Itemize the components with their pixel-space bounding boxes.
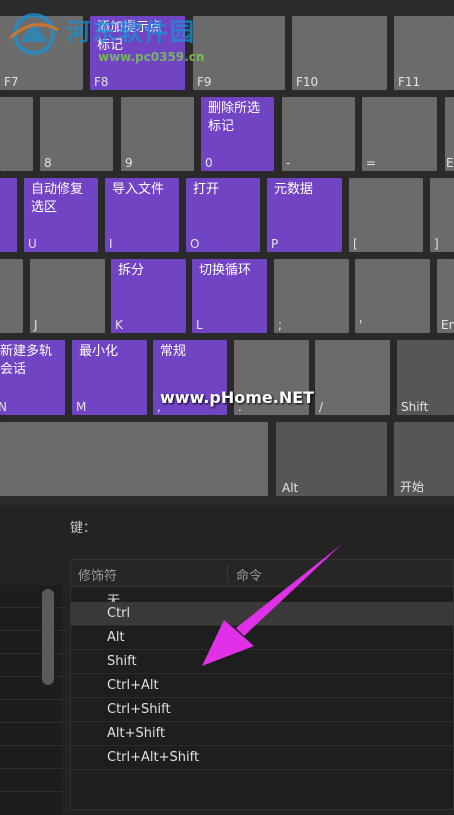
key-command: 最小化: [79, 344, 119, 359]
key-label: M: [76, 400, 87, 414]
modifier-table: 修饰符 命令 无 Ctrl Alt Shift Ctrl+Alt Ctrl+Sh…: [70, 559, 454, 810]
key-o[interactable]: 打开 O: [186, 178, 260, 252]
key-m[interactable]: 最小化 M: [72, 340, 147, 415]
list-item[interactable]: [0, 746, 62, 769]
table-row[interactable]: Alt: [71, 626, 453, 650]
key-backspace[interactable]: E: [445, 97, 454, 171]
key-period[interactable]: .: [234, 340, 309, 415]
key-label: 8: [44, 156, 52, 170]
table-row-selected[interactable]: Ctrl: [71, 602, 453, 626]
key-label: O: [190, 237, 200, 251]
key-label: 9: [125, 156, 133, 170]
key-slash[interactable]: /: [315, 340, 390, 415]
key-k[interactable]: 拆分 K: [111, 259, 186, 333]
key-label: ,: [157, 400, 161, 414]
key-label: E: [446, 156, 454, 170]
key-label: F10: [296, 75, 319, 89]
key-shift[interactable]: Shift: [397, 340, 454, 415]
key-label: N: [0, 400, 7, 414]
key-command: 新建多轨 会话: [0, 344, 53, 377]
key-comma[interactable]: 常规,: [153, 340, 227, 415]
key-label: U: [28, 237, 37, 251]
shortcut-panel: 键： 修饰符 命令 无 Ctrl Alt Shift Ctrl+Alt Ctrl…: [0, 505, 454, 815]
key-alt[interactable]: Alt: [276, 422, 387, 496]
scrollbar-thumb[interactable]: [42, 589, 54, 685]
key-f8[interactable]: 添加提示点 标记 F8: [90, 16, 185, 90]
key-label: F7: [4, 75, 19, 89]
key-label: K: [115, 318, 123, 332]
key-label: 开始: [400, 480, 425, 494]
key-label: L: [196, 318, 203, 332]
key-heading: 键：: [70, 521, 97, 536]
key-8[interactable]: 8: [40, 97, 113, 171]
key-command: 常规: [160, 344, 187, 359]
key-n[interactable]: 新建多轨 会话 N: [0, 340, 65, 415]
key-label: P: [271, 237, 279, 251]
column-header-command[interactable]: 命令: [236, 565, 262, 584]
key-label: En: [441, 318, 454, 332]
key-command: 删除所选 标记: [208, 101, 261, 134]
key-label: I: [109, 237, 113, 251]
key-f11[interactable]: F11: [394, 16, 454, 90]
key-label: ': [359, 318, 363, 332]
key-0[interactable]: 删除所选 标记 0: [201, 97, 274, 171]
table-row[interactable]: Ctrl+Alt+Shift: [71, 746, 453, 770]
key-command: 添加提示点 标记: [97, 20, 163, 53]
key-i[interactable]: 导入文件 I: [105, 178, 179, 252]
list-item[interactable]: [0, 723, 62, 746]
column-divider[interactable]: [227, 564, 228, 582]
key-label: F11: [398, 75, 421, 89]
key-p[interactable]: 元数据 P: [267, 178, 342, 252]
table-row[interactable]: Ctrl+Alt: [71, 674, 453, 698]
key-command: 导入文件: [112, 182, 165, 197]
key-label: F9: [197, 75, 212, 89]
keyboard-layout: F7 添加提示点 标记 F8 F9 F10 F11 8 9 删除所选 标记 0 - …: [0, 0, 454, 505]
key-label: ;: [278, 318, 283, 332]
key-command: 自动修复 选区: [31, 182, 84, 215]
key-space[interactable]: [0, 422, 268, 496]
table-header: 修饰符 命令: [71, 560, 453, 587]
key-label: -: [286, 156, 291, 170]
key-label: /: [319, 400, 324, 414]
key-minus[interactable]: -: [282, 97, 355, 171]
key-command: 拆分: [118, 263, 145, 278]
key-equal[interactable]: =: [362, 97, 437, 171]
key-quote[interactable]: ': [355, 259, 430, 333]
table-row[interactable]: Alt+Shift: [71, 722, 453, 746]
key-label: Shift: [401, 400, 429, 414]
key-label: 0: [205, 156, 213, 170]
table-row[interactable]: Shift: [71, 650, 453, 674]
key-enter[interactable]: En: [437, 259, 454, 333]
key-left-bracket[interactable]: [: [349, 178, 423, 252]
key-l[interactable]: 切换循环 L: [192, 259, 267, 333]
key-semicolon[interactable]: ;: [274, 259, 349, 333]
list-item[interactable]: [0, 769, 62, 792]
key-j[interactable]: J: [30, 259, 105, 333]
key-9[interactable]: 9: [121, 97, 194, 171]
key-label: F8: [94, 75, 109, 89]
key-u[interactable]: 自动修复 选区 U: [24, 178, 98, 252]
key-right-bracket[interactable]: ]: [430, 178, 454, 252]
column-header-modifier[interactable]: 修饰符: [78, 565, 117, 584]
key-label: ]: [434, 237, 439, 251]
key-command: 元数据: [274, 182, 314, 197]
key-command: 打开: [193, 182, 220, 197]
key-f9[interactable]: F9: [193, 16, 285, 90]
key-f7[interactable]: F7: [0, 16, 83, 90]
table-row[interactable]: Ctrl+Shift: [71, 698, 453, 722]
key-start[interactable]: 开始: [394, 422, 454, 496]
key-7[interactable]: [0, 97, 33, 171]
key-label: [: [353, 237, 358, 251]
key-h[interactable]: [0, 259, 23, 333]
key-f10[interactable]: F10: [292, 16, 387, 90]
list-item[interactable]: [0, 700, 62, 723]
key-command: 切换循环: [199, 263, 252, 278]
key-label: =: [366, 156, 377, 170]
key-label: J: [34, 318, 38, 332]
key-label: .: [238, 400, 242, 414]
key-label: Alt: [282, 481, 299, 495]
key-y[interactable]: [0, 178, 17, 252]
